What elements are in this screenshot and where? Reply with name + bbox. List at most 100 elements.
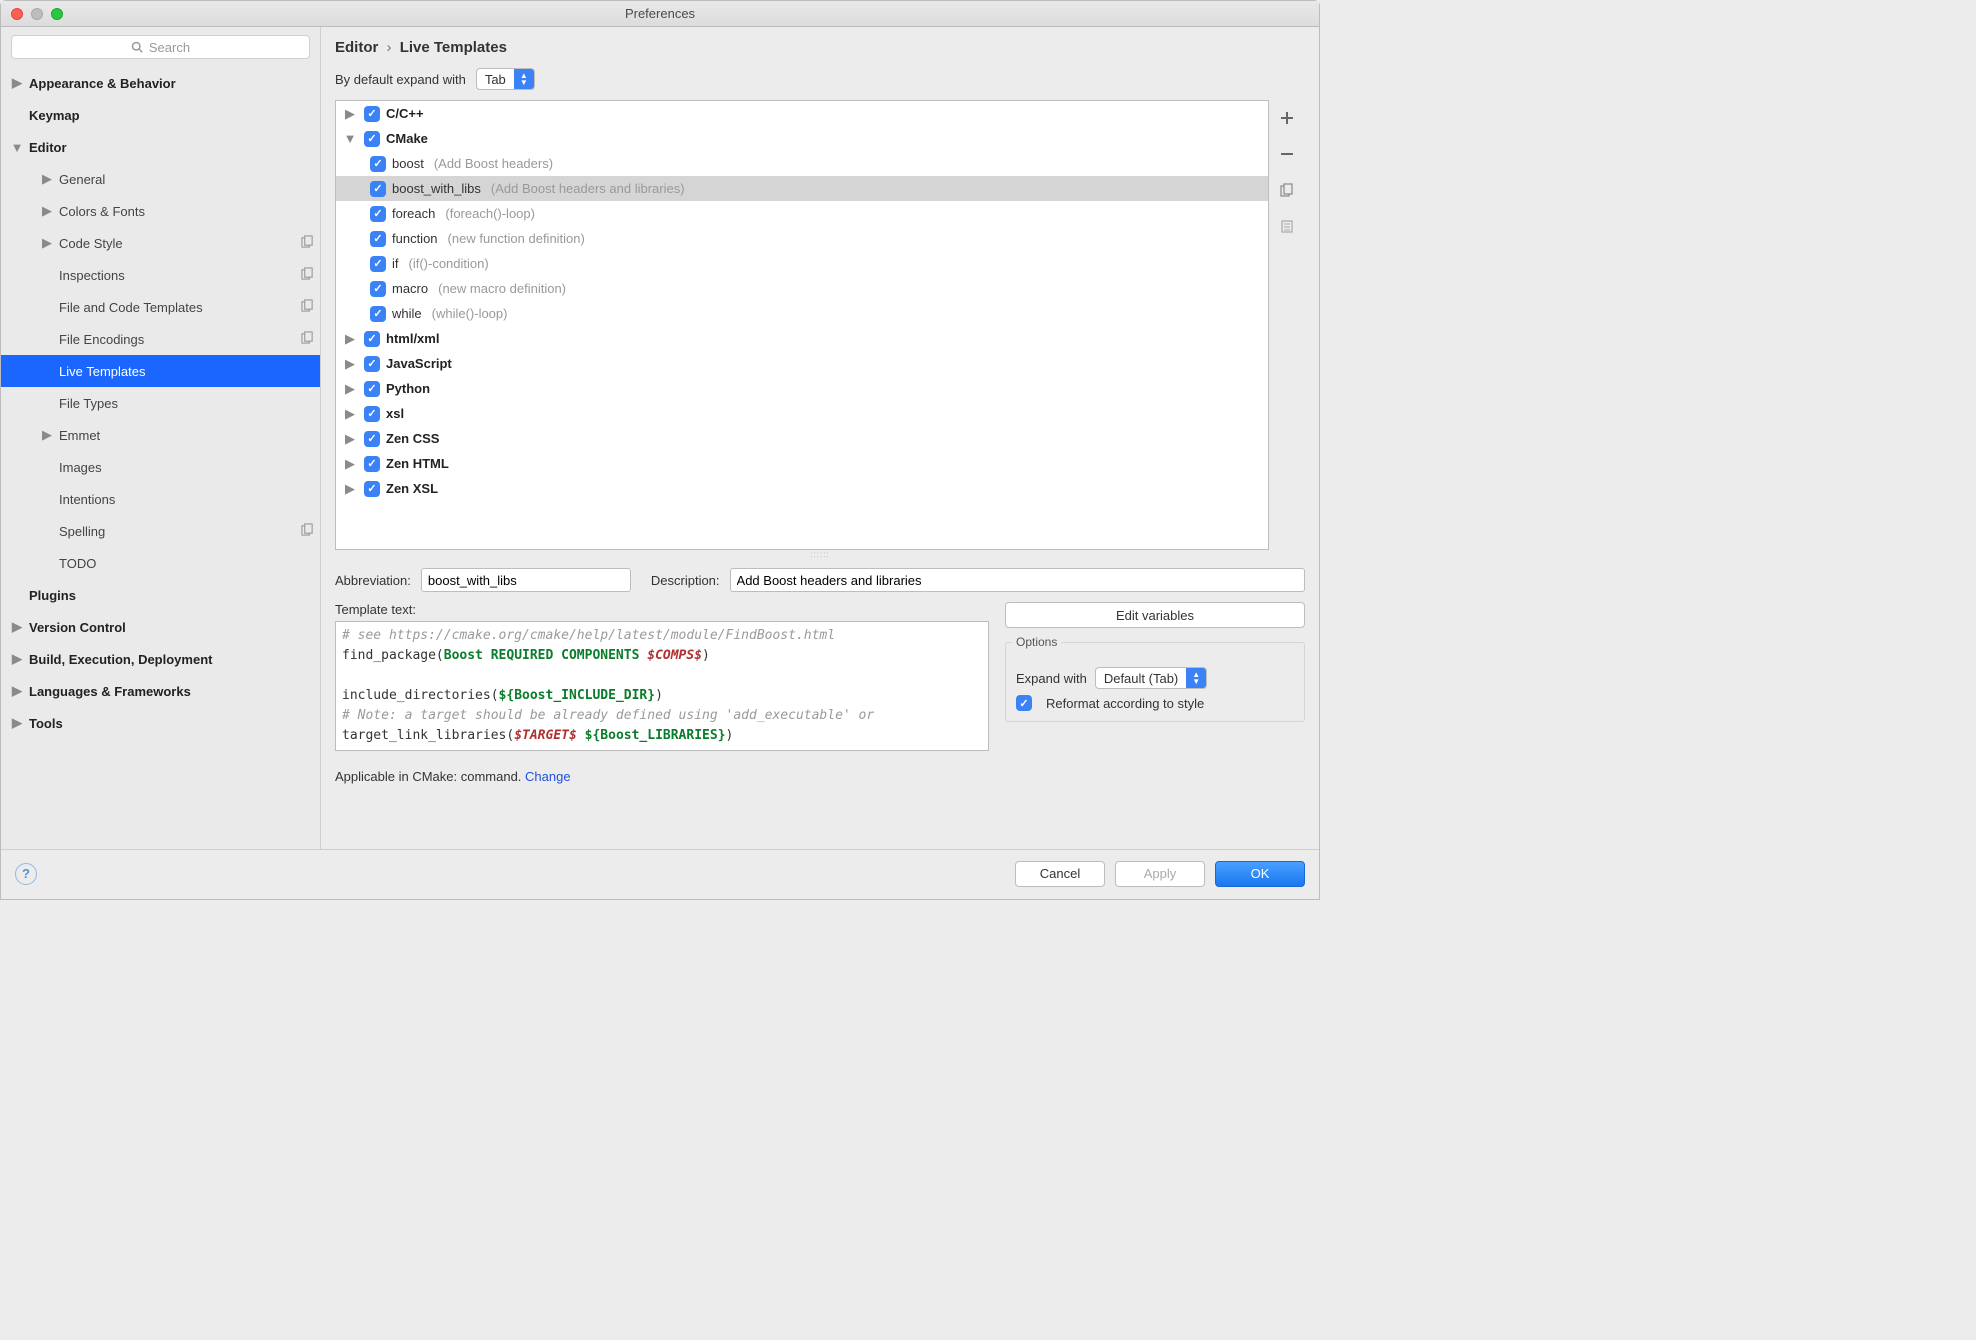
- scheme-copy-icon: [301, 523, 314, 539]
- template-item[interactable]: ✓function(new function definition): [336, 226, 1268, 251]
- checkbox-icon[interactable]: ✓: [370, 281, 386, 297]
- template-name: boost_with_libs: [392, 181, 481, 196]
- checkbox-icon[interactable]: ✓: [370, 231, 386, 247]
- checkbox-icon[interactable]: ✓: [370, 156, 386, 172]
- sidebar-item[interactable]: TODO: [1, 547, 320, 579]
- template-text-editor[interactable]: # see https://cmake.org/cmake/help/lates…: [335, 621, 989, 751]
- template-hint: (Add Boost headers and libraries): [491, 181, 685, 196]
- template-name: Zen XSL: [386, 481, 438, 496]
- template-item[interactable]: ▶✓xsl: [336, 401, 1268, 426]
- splitter-handle[interactable]: ::::::: [335, 550, 1305, 558]
- description-input[interactable]: [730, 568, 1305, 592]
- remove-button[interactable]: [1277, 144, 1297, 164]
- template-item[interactable]: ✓macro(new macro definition): [336, 276, 1268, 301]
- chevron-right-icon: ▶: [344, 406, 356, 422]
- change-context-link[interactable]: Change: [525, 769, 571, 784]
- expand-with-inner-select[interactable]: Default (Tab) ▲▼: [1095, 667, 1207, 689]
- sidebar-item[interactable]: ▶Build, Execution, Deployment: [1, 643, 320, 675]
- template-hint: (if()-condition): [409, 256, 489, 271]
- sidebar-item[interactable]: File Types: [1, 387, 320, 419]
- template-name: Zen CSS: [386, 431, 439, 446]
- add-button[interactable]: [1277, 108, 1297, 128]
- edit-variables-button[interactable]: Edit variables: [1005, 602, 1305, 628]
- expand-with-label: By default expand with: [335, 72, 466, 87]
- code-line: ${Boost_LIBRARIES}: [585, 728, 726, 743]
- sidebar-item[interactable]: ▶Tools: [1, 707, 320, 739]
- checkbox-icon[interactable]: ✓: [370, 306, 386, 322]
- checkbox-icon[interactable]: ✓: [364, 481, 380, 497]
- search-input[interactable]: Search: [11, 35, 310, 59]
- select-arrows-icon: ▲▼: [514, 69, 534, 89]
- sidebar-item[interactable]: ▶Version Control: [1, 611, 320, 643]
- checkbox-icon[interactable]: ✓: [364, 456, 380, 472]
- template-item[interactable]: ▶✓C/C++: [336, 101, 1268, 126]
- sidebar-item[interactable]: ▶General: [1, 163, 320, 195]
- sidebar-item[interactable]: ▶Appearance & Behavior: [1, 67, 320, 99]
- sidebar-item[interactable]: File Encodings: [1, 323, 320, 355]
- sidebar-item[interactable]: Live Templates: [1, 355, 320, 387]
- ok-button[interactable]: OK: [1215, 861, 1305, 887]
- template-item[interactable]: ✓foreach(foreach()-loop): [336, 201, 1268, 226]
- template-item[interactable]: ✓ boost_with_libs (Add Boost headers and l…: [336, 176, 1268, 201]
- sidebar-item-label: File Types: [59, 396, 118, 411]
- template-name: while: [392, 306, 422, 321]
- checkbox-icon[interactable]: ✓: [370, 181, 386, 197]
- copy-button[interactable]: [1277, 180, 1297, 200]
- sidebar-item[interactable]: Keymap: [1, 99, 320, 131]
- checkbox-icon[interactable]: ✓: [370, 206, 386, 222]
- sidebar-item[interactable]: Intentions: [1, 483, 320, 515]
- checkbox-icon[interactable]: ✓: [364, 381, 380, 397]
- sidebar-item[interactable]: File and Code Templates: [1, 291, 320, 323]
- checkbox-icon[interactable]: ✓: [364, 131, 380, 147]
- search-placeholder: Search: [149, 40, 190, 55]
- sidebar-item[interactable]: Inspections: [1, 259, 320, 291]
- sidebar-item-label: Keymap: [29, 108, 80, 123]
- checkbox-icon[interactable]: ✓: [364, 106, 380, 122]
- template-item[interactable]: ▶✓Zen HTML: [336, 451, 1268, 476]
- search-icon: [131, 41, 143, 53]
- checkbox-icon[interactable]: ✓: [364, 356, 380, 372]
- reformat-checkbox[interactable]: ✓ Reformat according to style: [1016, 695, 1294, 711]
- sidebar-item[interactable]: ▶Colors & Fonts: [1, 195, 320, 227]
- chevron-right-icon: ▶: [344, 356, 356, 372]
- checkbox-icon[interactable]: ✓: [364, 431, 380, 447]
- template-item[interactable]: ▼✓CMake: [336, 126, 1268, 151]
- chevron-right-icon: ›: [387, 39, 392, 56]
- sidebar-item[interactable]: ▶Emmet: [1, 419, 320, 451]
- template-item[interactable]: ▶✓html/xml: [336, 326, 1268, 351]
- sidebar-item[interactable]: ▼Editor: [1, 131, 320, 163]
- template-item[interactable]: ▶✓Zen XSL: [336, 476, 1268, 501]
- expand-with-select[interactable]: Tab ▲▼: [476, 68, 535, 90]
- chevron-right-icon: ▶: [344, 331, 356, 347]
- chevron-right-icon: ▶: [11, 715, 23, 731]
- check-icon: ✓: [1016, 695, 1032, 711]
- template-item[interactable]: ✓while(while()-loop): [336, 301, 1268, 326]
- breadcrumb: Editor › Live Templates: [335, 39, 1305, 56]
- sidebar-item[interactable]: Plugins: [1, 579, 320, 611]
- template-tree[interactable]: ▶✓C/C++▼✓CMake✓boost(Add Boost headers)✓…: [335, 100, 1269, 550]
- checkbox-icon[interactable]: ✓: [370, 256, 386, 272]
- code-line: ): [726, 728, 734, 743]
- options-legend: Options: [1012, 635, 1061, 649]
- abbreviation-input[interactable]: [421, 568, 631, 592]
- sidebar-item[interactable]: Spelling: [1, 515, 320, 547]
- template-name: macro: [392, 281, 428, 296]
- sidebar-item[interactable]: ▶Code Style: [1, 227, 320, 259]
- checkbox-icon[interactable]: ✓: [364, 331, 380, 347]
- template-item[interactable]: ✓ if (if()-condition): [336, 251, 1268, 276]
- sidebar-item[interactable]: Images: [1, 451, 320, 483]
- window-title: Preferences: [1, 6, 1319, 21]
- help-button[interactable]: ?: [15, 863, 37, 885]
- sidebar-item[interactable]: ▶Languages & Frameworks: [1, 675, 320, 707]
- template-item[interactable]: ✓boost(Add Boost headers): [336, 151, 1268, 176]
- template-item[interactable]: ▶ ✓ JavaScript: [336, 351, 1268, 376]
- template-item[interactable]: ▶✓Python: [336, 376, 1268, 401]
- template-item[interactable]: ▶✓Zen CSS: [336, 426, 1268, 451]
- paste-button[interactable]: [1277, 216, 1297, 236]
- template-name: JavaScript: [386, 356, 452, 371]
- apply-button[interactable]: Apply: [1115, 861, 1205, 887]
- template-name: if: [392, 256, 399, 271]
- sidebar-item-label: Editor: [29, 140, 67, 155]
- checkbox-icon[interactable]: ✓: [364, 406, 380, 422]
- cancel-button[interactable]: Cancel: [1015, 861, 1105, 887]
